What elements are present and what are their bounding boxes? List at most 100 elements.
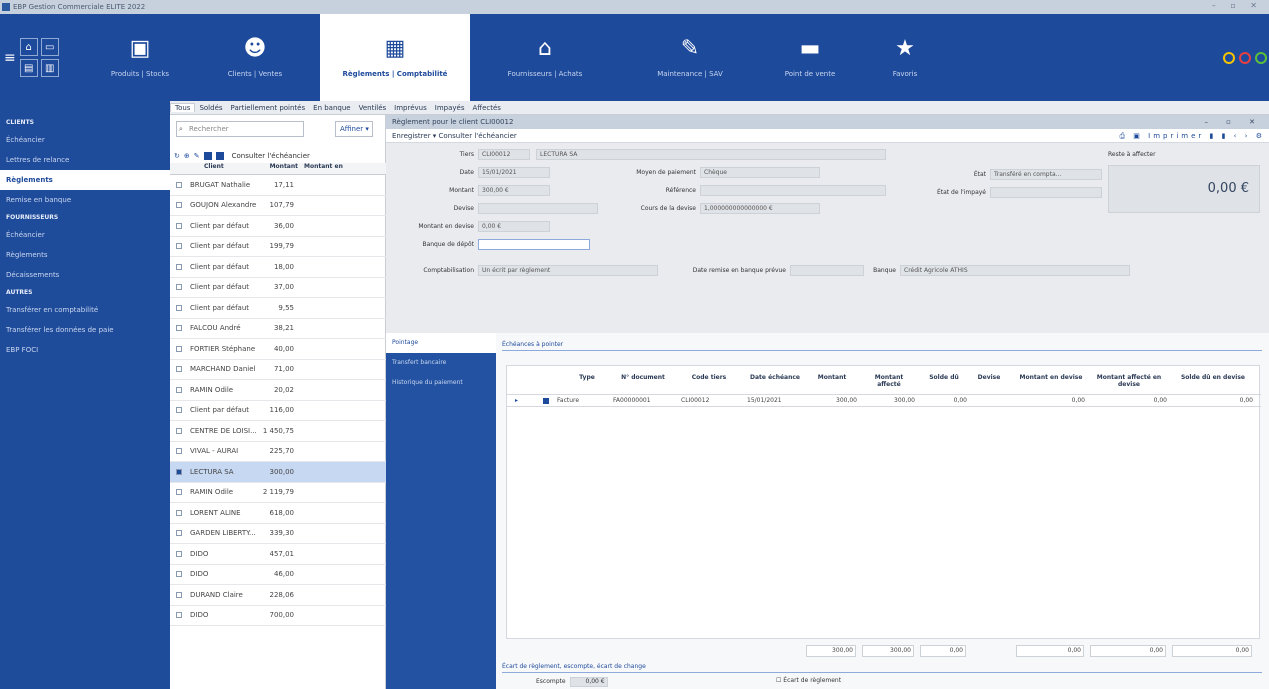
row-checkbox[interactable] bbox=[176, 181, 182, 188]
col-devise[interactable]: Devise bbox=[971, 374, 1007, 381]
col-type[interactable]: Type bbox=[567, 374, 607, 381]
ribbon-tab-maintenance[interactable]: ✎ Maintenance | SAV bbox=[620, 14, 760, 101]
search-input[interactable]: ⌕ Rechercher bbox=[176, 121, 304, 137]
date-remise-field[interactable] bbox=[790, 265, 864, 276]
add-icon[interactable]: ⊕ bbox=[184, 152, 190, 160]
tab-affectes[interactable]: Affectés bbox=[468, 104, 504, 112]
refresh-icon[interactable]: ↻ bbox=[174, 152, 180, 160]
sidebar-item-transfert-paie[interactable]: Transférer les données de paie bbox=[0, 320, 170, 340]
date-field[interactable]: 15/01/2021 bbox=[478, 167, 550, 178]
copy-icon[interactable] bbox=[215, 152, 224, 160]
row-checkbox[interactable] bbox=[176, 468, 182, 475]
list-item[interactable]: RAMIN Odile 2 119,79 bbox=[170, 483, 386, 503]
row-checkbox[interactable] bbox=[543, 398, 549, 404]
moyen-field[interactable]: Chèque bbox=[700, 167, 820, 178]
col-document[interactable]: N° document bbox=[613, 374, 673, 381]
row-checkbox[interactable] bbox=[176, 550, 182, 557]
sidebar-item-echeancier[interactable]: Échéancier bbox=[0, 130, 170, 150]
devise-field[interactable] bbox=[478, 203, 598, 214]
tab-partiel[interactable]: Partiellement pointés bbox=[227, 104, 310, 112]
row-checkbox[interactable] bbox=[176, 345, 182, 352]
list-item[interactable]: LECTURA SA 300,00 bbox=[170, 462, 386, 483]
row-checkbox[interactable] bbox=[176, 263, 182, 270]
sidebar-item-remise[interactable]: Remise en banque bbox=[0, 190, 170, 210]
row-checkbox[interactable] bbox=[176, 284, 182, 291]
tab-transfert[interactable]: Transfert bancaire bbox=[386, 353, 496, 373]
grid-icon[interactable] bbox=[203, 152, 212, 160]
list-item[interactable]: RAMIN Odile 20,02 bbox=[170, 380, 386, 401]
window-icon[interactable]: ▭ bbox=[40, 38, 59, 56]
table-row[interactable]: ▸ Facture FA00000001 CLI00012 15/01/2021… bbox=[507, 394, 1261, 407]
list-item[interactable]: GOUJON Alexandre 107,79 bbox=[170, 196, 386, 216]
row-checkbox[interactable] bbox=[176, 202, 182, 209]
edit-icon[interactable]: ✎ bbox=[194, 152, 200, 160]
escompte-field[interactable]: 0,00 € bbox=[569, 677, 608, 687]
ribbon-tab-reglements[interactable]: ▦ Règlements | Comptabilité bbox=[320, 14, 470, 101]
reference-field[interactable] bbox=[700, 185, 886, 196]
tab-imprevus[interactable]: Imprévus bbox=[390, 104, 431, 112]
row-checkbox[interactable] bbox=[176, 325, 182, 332]
list-item[interactable]: DURAND Claire 228,06 bbox=[170, 585, 386, 606]
consulter-echeancier-link[interactable]: Consulter l'échéancier bbox=[232, 152, 310, 160]
row-checkbox[interactable] bbox=[176, 571, 182, 578]
tab-banque[interactable]: En banque bbox=[309, 104, 354, 112]
sync-icon[interactable] bbox=[1255, 51, 1267, 64]
list-item[interactable]: Client par défaut 9,55 bbox=[170, 298, 386, 319]
sidebar-item-transfert-compta[interactable]: Transférer en comptabilité bbox=[0, 300, 170, 320]
montant-field[interactable]: 300,00 € bbox=[478, 185, 550, 196]
tiers-name-field[interactable]: LECTURA SA bbox=[536, 149, 886, 160]
header-checkbox[interactable] bbox=[170, 163, 190, 174]
row-checkbox[interactable] bbox=[176, 448, 182, 455]
col-solde-du[interactable]: Solde dû bbox=[921, 374, 967, 381]
ribbon-tab-favoris[interactable]: ★ Favoris bbox=[860, 14, 950, 101]
tab-historique[interactable]: Historique du paiement bbox=[386, 373, 496, 393]
row-checkbox[interactable] bbox=[176, 509, 182, 516]
compta-field[interactable]: Un écrit par règlement bbox=[478, 265, 658, 276]
list-item[interactable]: BRUGAT Nathalie 17,11 bbox=[170, 175, 386, 196]
banque-dest-field[interactable]: Crédit Agricole ATHIS bbox=[900, 265, 1130, 276]
banque-depot-select[interactable] bbox=[478, 239, 590, 250]
list-item[interactable]: Client par défaut 199,79 bbox=[170, 237, 386, 257]
detail-window-controls[interactable]: – ▫ ✕ bbox=[1204, 115, 1263, 129]
etat-field[interactable]: Transféré en compta... bbox=[990, 169, 1102, 180]
list-item[interactable]: CENTRE DE LOISI... 1 450,75 bbox=[170, 421, 386, 442]
tab-pointage[interactable]: Pointage bbox=[386, 333, 496, 353]
tab-impayes[interactable]: Impayés bbox=[431, 104, 469, 112]
list-item[interactable]: DIDO 457,01 bbox=[170, 544, 386, 565]
ecart-checkbox-row[interactable]: ☐ Écart de règlement bbox=[776, 677, 841, 684]
row-checkbox[interactable] bbox=[176, 407, 182, 414]
list-item[interactable]: FALCOU André 38,21 bbox=[170, 319, 386, 339]
col-code-tiers[interactable]: Code tiers bbox=[679, 374, 739, 381]
list-item[interactable]: DIDO 46,00 bbox=[170, 565, 386, 585]
tab-tous[interactable]: Tous bbox=[170, 103, 196, 112]
row-checkbox[interactable] bbox=[176, 386, 182, 393]
list-item[interactable]: VIVAL - AURAI 225,70 bbox=[170, 442, 386, 462]
row-checkbox[interactable] bbox=[176, 222, 182, 229]
save-button[interactable]: Enregistrer ▾ Consulter l'échéancier bbox=[392, 132, 517, 140]
window-controls[interactable]: – ▫ ✕ bbox=[1212, 1, 1263, 10]
list-item[interactable]: Client par défaut 18,00 bbox=[170, 257, 386, 278]
filter-dropdown[interactable]: Affiner ▾ bbox=[335, 121, 373, 137]
row-checkbox[interactable] bbox=[176, 243, 182, 250]
montant-devise-field[interactable]: 0,00 € bbox=[478, 221, 550, 232]
hamburger-menu-icon[interactable]: ≡ bbox=[4, 50, 16, 66]
col-affecte-devise[interactable]: Montant affecté en devise bbox=[1091, 374, 1167, 388]
ribbon-tab-produits[interactable]: ▣ Produits | Stocks bbox=[90, 14, 190, 101]
row-checkbox[interactable] bbox=[176, 591, 182, 598]
detail-nav-icons[interactable]: ⎙ ▣ Imprimer ▮ ▮ ‹ › ⚙ bbox=[1119, 129, 1265, 143]
list-item[interactable]: MARCHAND Danielle 71,00 bbox=[170, 360, 386, 380]
tab-soldes[interactable]: Soldés bbox=[195, 104, 226, 112]
ribbon-tab-clients[interactable]: ☻ Clients | Ventes bbox=[190, 14, 320, 101]
sidebar-item-relance[interactable]: Lettres de relance bbox=[0, 150, 170, 170]
sidebar-item-reglements-f[interactable]: Règlements bbox=[0, 245, 170, 265]
print-label[interactable]: Imprimer bbox=[1148, 132, 1204, 140]
col-montant-devise[interactable]: Montant en devise bbox=[1017, 374, 1085, 381]
row-expand-icon[interactable]: ▸ bbox=[515, 397, 518, 404]
row-checkbox[interactable] bbox=[176, 366, 182, 373]
sidebar-item-decaissements[interactable]: Décaissements bbox=[0, 265, 170, 285]
col-montant[interactable]: Montant bbox=[807, 374, 857, 381]
list-item[interactable]: Client par défaut 37,00 bbox=[170, 278, 386, 298]
help-icon[interactable] bbox=[1239, 51, 1251, 64]
ribbon-tab-fournisseurs[interactable]: ⌂ Fournisseurs | Achats bbox=[470, 14, 620, 101]
row-checkbox[interactable] bbox=[176, 427, 182, 434]
